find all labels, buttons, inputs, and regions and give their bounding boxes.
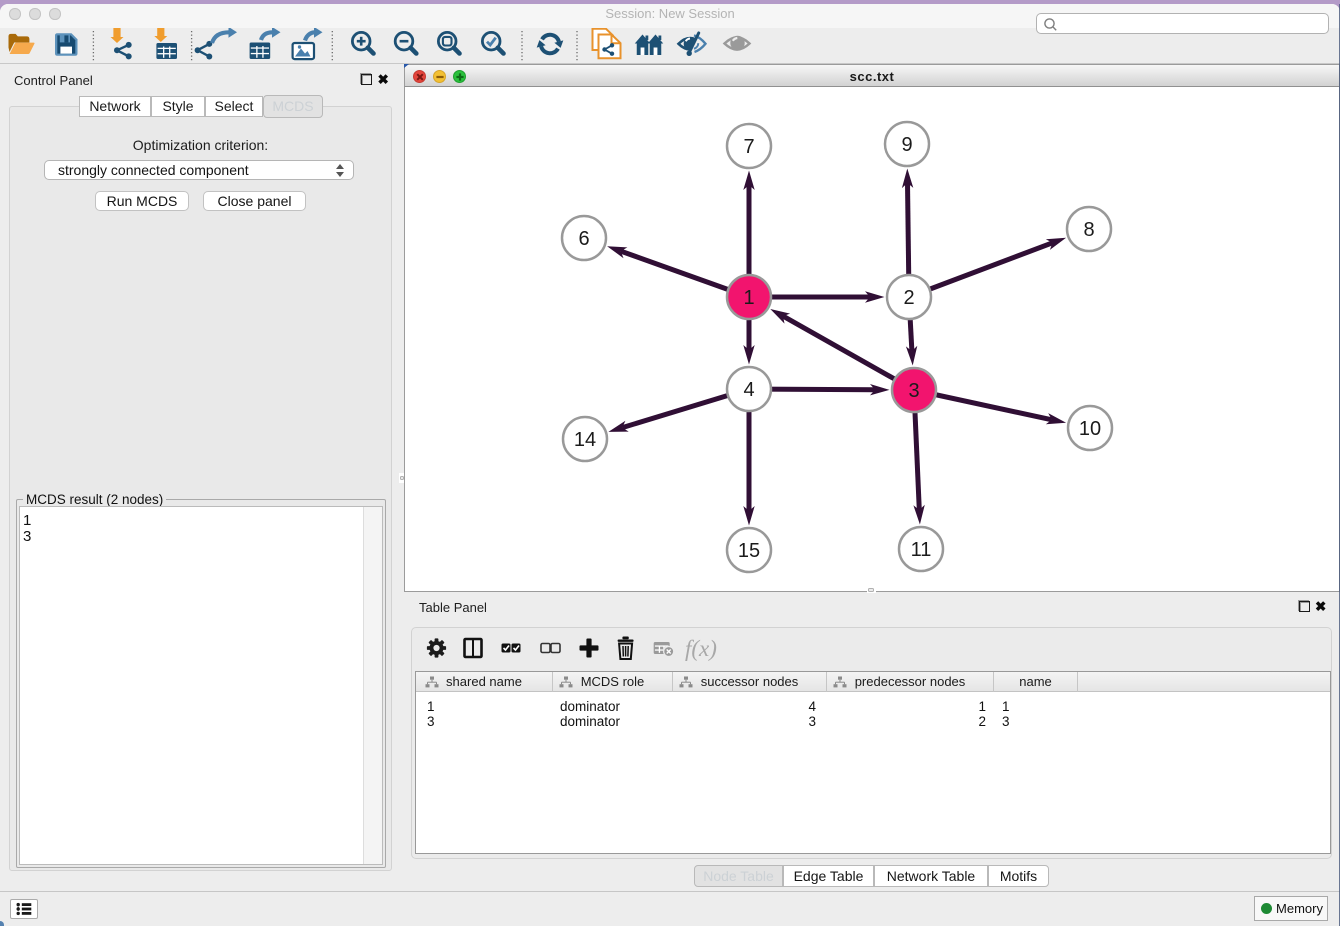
svg-text:6: 6 — [578, 228, 589, 250]
svg-text:15: 15 — [738, 540, 760, 562]
svg-text:2: 2 — [903, 287, 914, 309]
svg-text:7: 7 — [743, 136, 754, 158]
svg-text:3: 3 — [908, 380, 919, 402]
svg-text:8: 8 — [1083, 219, 1094, 241]
svg-text:f(x): f(x) — [685, 636, 717, 661]
svg-text:10: 10 — [1079, 418, 1101, 440]
svg-text:1: 1 — [743, 287, 754, 309]
svg-text:9: 9 — [901, 134, 912, 156]
svg-text:4: 4 — [743, 379, 754, 401]
svg-text:14: 14 — [574, 429, 596, 451]
svg-text:11: 11 — [911, 539, 932, 561]
